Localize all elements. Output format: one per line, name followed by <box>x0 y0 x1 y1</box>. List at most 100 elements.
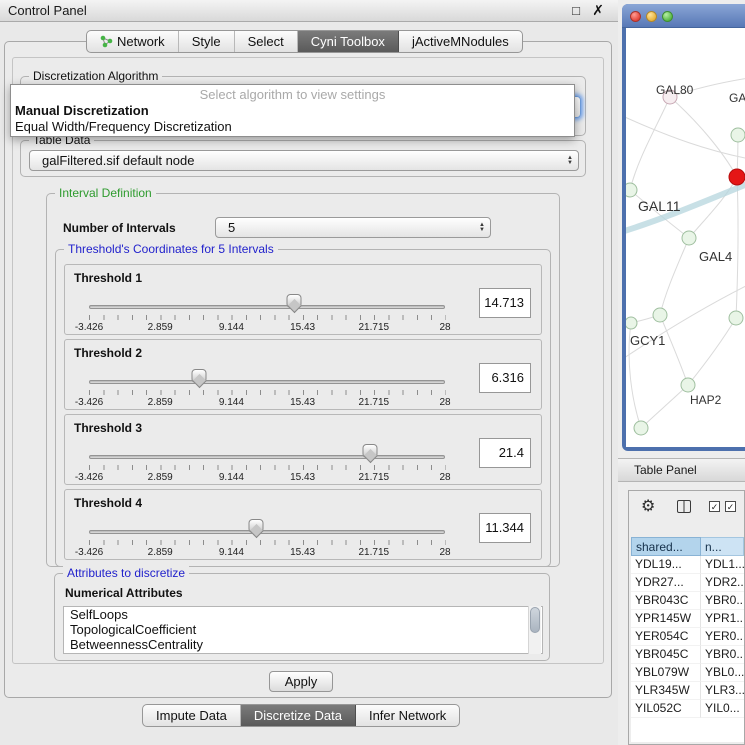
threshold-1-value-field[interactable]: 14.713 <box>479 288 531 318</box>
threshold-3-value-field[interactable]: 21.4 <box>479 438 531 468</box>
select-checkbox-icon[interactable]: ✓ <box>709 501 720 512</box>
threshold-3-slider[interactable]: -3.4262.8599.14415.4321.71528 <box>89 441 445 485</box>
threshold-1-slider[interactable]: -3.4262.8599.14415.4321.71528 <box>89 291 445 335</box>
table-data-select[interactable]: galFiltered.sif default node ▲▼ <box>29 150 579 171</box>
node-label: GAL11 <box>638 198 681 214</box>
threshold-2-slider[interactable]: -3.4262.8599.14415.4321.71528 <box>89 366 445 410</box>
table-panel-header[interactable]: Table Panel <box>618 458 745 482</box>
table-data-selected-value: galFiltered.sif default node <box>42 153 194 168</box>
close-traffic-light-icon[interactable] <box>630 11 641 22</box>
slider-scale-label: 28 <box>439 472 450 483</box>
column-header-shared-name[interactable]: shared... <box>631 537 701 556</box>
tab-select[interactable]: Select <box>235 31 298 52</box>
network-view-window[interactable]: GAL80 GAL1 GAL11 GAL4 GCY1 HAP2 <box>622 4 745 451</box>
attributes-group-label: Attributes to discretize <box>63 566 189 580</box>
selected-node[interactable] <box>729 169 745 185</box>
control-panel-title: Control Panel <box>8 3 87 18</box>
table-row[interactable]: YDL19...YDL1... <box>631 556 744 574</box>
thresholds-coordinates-group-label: Threshold's Coordinates for 5 Intervals <box>64 242 278 256</box>
table-cell: YDL19... <box>631 556 701 574</box>
table-row[interactable]: YBL079WYBL0... <box>631 664 744 682</box>
table-row[interactable]: YDR27...YDR2... <box>631 574 744 592</box>
node[interactable] <box>731 128 745 142</box>
table-row[interactable]: YIL052CYIL0... <box>631 700 744 718</box>
close-window-icon[interactable]: ✗ <box>592 2 604 19</box>
dropdown-option-equal-width-frequency[interactable]: Equal Width/Frequency Discretization <box>11 119 574 135</box>
numerical-attributes-list[interactable]: SelfLoopsTopologicalCoefficientBetweenne… <box>63 606 543 654</box>
apply-button[interactable]: Apply <box>269 671 333 692</box>
threshold-2-panel: Threshold 2 -3.4262.8599.14415.4321.7152… <box>64 339 542 410</box>
tab-label: Cyni Toolbox <box>311 34 385 49</box>
table-row[interactable]: YPR145WYPR1... <box>631 610 744 628</box>
slider-track[interactable] <box>89 455 445 459</box>
tab-network[interactable]: Network <box>87 31 179 52</box>
attributes-to-discretize-group: Attributes to discretize Numerical Attri… <box>54 573 550 661</box>
slider-ticks <box>89 390 446 395</box>
node[interactable] <box>626 317 637 329</box>
slider-track[interactable] <box>89 305 445 309</box>
number-of-intervals-value: 5 <box>228 220 235 235</box>
slider-scale-label: 2.859 <box>148 322 173 333</box>
network-canvas[interactable]: GAL80 GAL1 GAL11 GAL4 GCY1 HAP2 <box>626 28 745 447</box>
minimize-traffic-light-icon[interactable] <box>646 11 657 22</box>
combo-stepper-icon: ▲▼ <box>567 156 573 166</box>
tab-discretize-data[interactable]: Discretize Data <box>241 705 356 726</box>
tab-cyni-toolbox[interactable]: Cyni Toolbox <box>298 31 399 52</box>
float-window-icon[interactable]: □ <box>572 3 580 18</box>
tab-label: Infer Network <box>369 708 446 723</box>
columns-icon[interactable] <box>677 500 691 513</box>
tab-infer-network[interactable]: Infer Network <box>356 705 459 726</box>
number-of-intervals-select[interactable]: 5 ▲▼ <box>215 217 491 238</box>
slider-scale-label: 28 <box>439 397 450 408</box>
table-panel-body: ⚙ ✓ ✓ shared... n... YDL19...YDL1...YDR2… <box>628 490 745 745</box>
attribute-list-item[interactable]: SelfLoops <box>64 607 542 622</box>
slider-scale-label: 9.144 <box>219 547 244 558</box>
threshold-4-slider[interactable]: -3.4262.8599.14415.4321.71528 <box>89 516 445 560</box>
table-panel-toolbar: ⚙ ✓ ✓ <box>629 491 744 523</box>
node[interactable] <box>682 231 696 245</box>
node[interactable] <box>653 308 667 322</box>
slider-thumb[interactable] <box>363 444 378 458</box>
node[interactable] <box>634 421 648 435</box>
slider-scale-label: 2.859 <box>148 547 173 558</box>
node[interactable] <box>729 311 743 325</box>
slider-scale-label: 15.43 <box>290 547 315 558</box>
table-row[interactable]: YER054CYER0... <box>631 628 744 646</box>
node[interactable] <box>626 183 637 197</box>
dropdown-option-manual-discretization[interactable]: Manual Discretization <box>11 103 574 119</box>
select-checkbox-icon[interactable]: ✓ <box>725 501 736 512</box>
slider-track[interactable] <box>89 530 445 534</box>
control-panel-window: Control Panel □ ✗ Network Style <box>0 0 618 745</box>
gear-icon[interactable]: ⚙ <box>641 496 655 516</box>
attribute-list-item[interactable]: BetweennessCentrality <box>64 637 542 652</box>
slider-scale-label: 2.859 <box>148 472 173 483</box>
attributes-list-scrollbar[interactable] <box>528 606 541 654</box>
slider-scale-label: 9.144 <box>219 397 244 408</box>
tab-impute-data[interactable]: Impute Data <box>143 705 241 726</box>
table-row[interactable]: YBR043CYBR0... <box>631 592 744 610</box>
scrollbar-thumb[interactable] <box>530 607 540 633</box>
number-of-intervals-label: Number of Intervals <box>63 221 176 235</box>
slider-track[interactable] <box>89 380 445 384</box>
tab-jactivemnodules[interactable]: jActiveMNodules <box>399 31 522 52</box>
slider-thumb[interactable] <box>249 519 264 533</box>
slider-thumb[interactable] <box>192 369 207 383</box>
threshold-4-value-field[interactable]: 11.344 <box>479 513 531 543</box>
table-cell: YER0... <box>701 628 744 646</box>
slider-scale: -3.4262.8599.14415.4321.71528 <box>89 547 445 559</box>
tab-label: Select <box>248 34 284 49</box>
table-row[interactable]: YLR345WYLR3... <box>631 682 744 700</box>
tab-label: Network <box>117 34 165 49</box>
table-cell: YIL052C <box>631 700 701 718</box>
zoom-traffic-light-icon[interactable] <box>662 11 673 22</box>
node[interactable] <box>681 378 695 392</box>
table-cell: YIL0... <box>701 700 744 718</box>
table-row[interactable]: YBR045CYBR0... <box>631 646 744 664</box>
network-window-titlebar[interactable] <box>622 4 745 28</box>
slider-thumb[interactable] <box>287 294 302 308</box>
threshold-2-value-field[interactable]: 6.316 <box>479 363 531 393</box>
column-header-name[interactable]: n... <box>701 537 744 556</box>
control-panel-titlebar[interactable]: Control Panel □ ✗ <box>0 0 618 22</box>
attribute-list-item[interactable]: TopologicalCoefficient <box>64 622 542 637</box>
tab-style[interactable]: Style <box>179 31 235 52</box>
